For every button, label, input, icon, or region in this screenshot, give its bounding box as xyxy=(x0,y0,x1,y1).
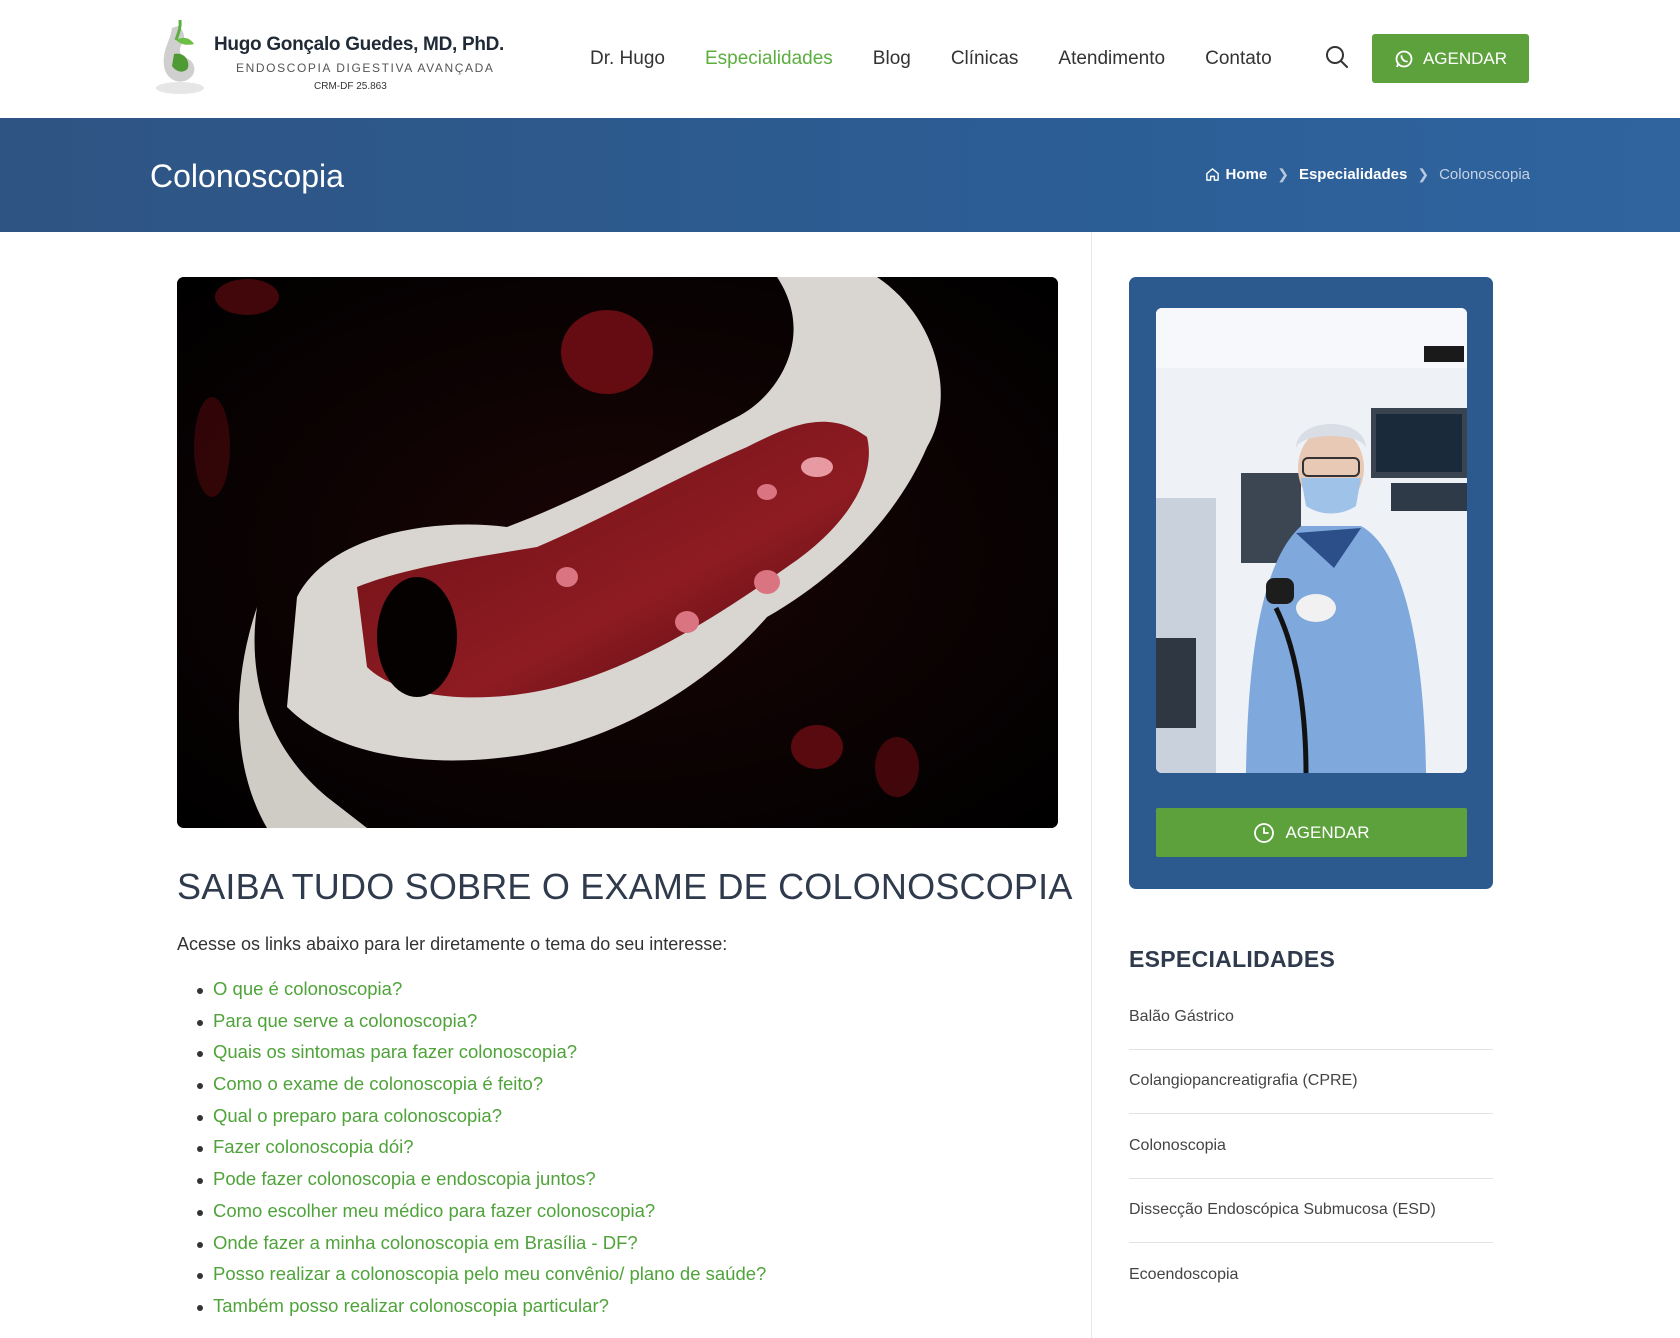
list-item: O que é colonoscopia? xyxy=(197,978,766,1010)
toc-link[interactable]: Quais os sintomas para fazer colonoscopi… xyxy=(213,1041,577,1062)
chevron-right-icon: ❯ xyxy=(1277,166,1289,182)
toc-link[interactable]: O que é colonoscopia? xyxy=(213,978,402,999)
home-icon xyxy=(1205,168,1219,181)
site-logo[interactable]: Hugo Gonçalo Guedes, MD, PhD. ENDOSCOPIA… xyxy=(150,14,504,100)
specialty-item[interactable]: Colangiopancreatigrafia (CPRE) xyxy=(1129,1050,1493,1114)
specialty-item[interactable]: Ecoendoscopia xyxy=(1129,1243,1493,1308)
brand-tagline: ENDOSCOPIA DIGESTIVA AVANÇADA xyxy=(236,61,495,75)
nav-item-blog[interactable]: Blog xyxy=(873,48,911,70)
brand-name: Hugo Gonçalo Guedes, MD, PhD. xyxy=(214,34,505,55)
toc-link[interactable]: Qual o preparo para colonoscopia? xyxy=(213,1105,502,1126)
clock-icon xyxy=(1254,822,1275,843)
search-button[interactable] xyxy=(1324,44,1352,72)
list-item: Fazer colonoscopia dói? xyxy=(197,1136,766,1168)
page-title-band: Colonoscopia Home ❯ Especialidades ❯ Col… xyxy=(0,118,1680,232)
nav-item-especialidades[interactable]: Especialidades xyxy=(705,48,833,70)
nav-item-atendimento[interactable]: Atendimento xyxy=(1058,48,1165,70)
breadcrumb-home[interactable]: Home xyxy=(1205,166,1268,183)
doctor-photo xyxy=(1156,308,1467,773)
list-item: Posso realizar a colonoscopia pelo meu c… xyxy=(197,1263,766,1295)
nav-item-contato[interactable]: Contato xyxy=(1205,48,1272,70)
toc-link[interactable]: Como escolher meu médico para fazer colo… xyxy=(213,1200,655,1221)
article-intro: Acesse os links abaixo para ler diretame… xyxy=(177,934,728,954)
column-divider xyxy=(1091,232,1092,1338)
chevron-right-icon: ❯ xyxy=(1417,166,1430,182)
header-agendar-button[interactable]: AGENDAR xyxy=(1372,34,1529,83)
toc-link[interactable]: Onde fazer a minha colonoscopia em Brasí… xyxy=(213,1232,638,1253)
nav-item-dr-hugo[interactable]: Dr. Hugo xyxy=(590,48,665,70)
list-item: Pode fazer colonoscopia e endoscopia jun… xyxy=(197,1168,766,1200)
main-nav: Dr. Hugo Especialidades Blog Clínicas At… xyxy=(590,48,1312,70)
toc-link[interactable]: Posso realizar a colonoscopia pelo meu c… xyxy=(213,1263,766,1284)
list-item: Também posso realizar colonoscopia parti… xyxy=(197,1295,766,1327)
breadcrumb-especialidades[interactable]: Especialidades xyxy=(1299,166,1407,183)
sidebar-agendar-button[interactable]: AGENDAR xyxy=(1156,808,1467,857)
specialty-item[interactable]: Dissecção Endoscópica Submucosa (ESD) xyxy=(1129,1179,1493,1243)
list-item: Onde fazer a minha colonoscopia em Brasí… xyxy=(197,1232,766,1264)
header-agendar-label: AGENDAR xyxy=(1422,48,1508,68)
toc-link[interactable]: Também posso realizar colonoscopia parti… xyxy=(213,1295,609,1316)
list-item: Qual o preparo para colonoscopia? xyxy=(197,1105,766,1137)
list-item: Como o exame de colonoscopia é feito? xyxy=(197,1073,766,1105)
whatsapp-icon xyxy=(1395,50,1413,67)
colon-illustration-image xyxy=(177,277,1058,828)
article-toc-list: O que é colonoscopia? Para que serve a c… xyxy=(197,978,766,1327)
logo-mark-icon xyxy=(156,19,204,94)
site-header: Hugo Gonçalo Guedes, MD, PhD. ENDOSCOPIA… xyxy=(0,0,1680,118)
breadcrumb-home-label: Home xyxy=(1225,166,1268,183)
specialty-item[interactable]: Balão Gástrico xyxy=(1129,985,1493,1050)
toc-link[interactable]: Fazer colonoscopia dói? xyxy=(213,1136,414,1157)
toc-link[interactable]: Como o exame de colonoscopia é feito? xyxy=(213,1073,543,1094)
specialties-heading: ESPECIALIDADES xyxy=(1129,946,1336,972)
page-title: Colonoscopia xyxy=(150,158,344,194)
sidebar-doctor-card: AGENDAR xyxy=(1129,277,1493,889)
list-item: Para que serve a colonoscopia? xyxy=(197,1010,766,1042)
toc-link[interactable]: Para que serve a colonoscopia? xyxy=(213,1010,477,1031)
sidebar-agendar-label: AGENDAR xyxy=(1285,822,1370,842)
search-icon xyxy=(1326,46,1348,68)
list-item: Como escolher meu médico para fazer colo… xyxy=(197,1200,766,1232)
breadcrumb-current: Colonoscopia xyxy=(1439,166,1530,183)
specialty-item[interactable]: Colonoscopia xyxy=(1129,1114,1493,1179)
breadcrumb: Home ❯ Especialidades ❯ Colonoscopia xyxy=(1205,166,1530,183)
list-item: Quais os sintomas para fazer colonoscopi… xyxy=(197,1041,766,1073)
toc-link[interactable]: Pode fazer colonoscopia e endoscopia jun… xyxy=(213,1168,596,1189)
specialties-list: Balão Gástrico Colangiopancreatigrafia (… xyxy=(1129,985,1493,1308)
brand-crm: CRM-DF 25.863 xyxy=(314,81,387,92)
article-heading: SAIBA TUDO SOBRE O EXAME DE COLONOSCOPIA xyxy=(177,866,1073,907)
nav-item-clinicas[interactable]: Clínicas xyxy=(951,48,1019,70)
